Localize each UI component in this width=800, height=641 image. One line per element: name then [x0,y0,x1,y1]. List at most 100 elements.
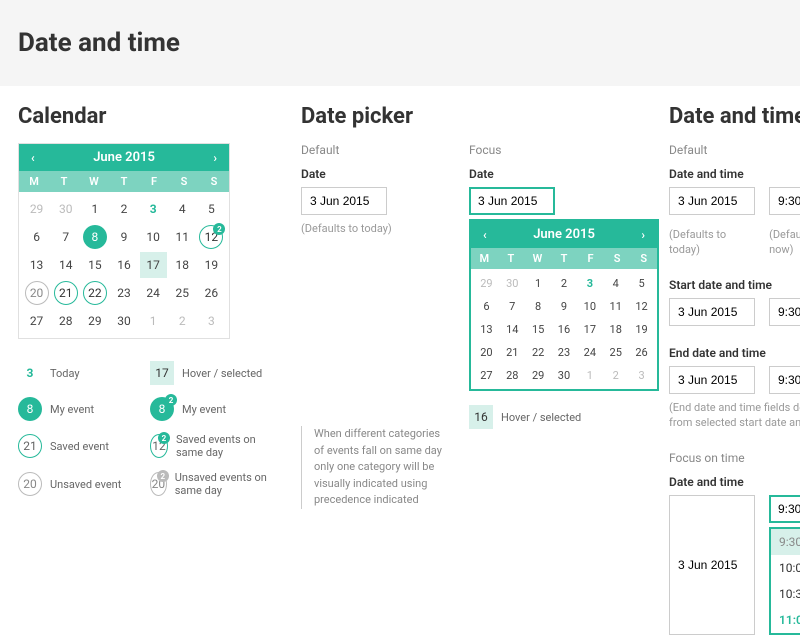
dt-label: Date and time [669,167,800,181]
calendar-day[interactable]: 7 [52,224,79,250]
calendar-day[interactable]: 19 [198,252,225,278]
calendar-day[interactable]: 24 [140,280,167,306]
legend-today: 3 Today [18,361,138,385]
focus-time-sublabel: Focus on time [669,451,800,465]
calendar-dow-row: MTWTFSS [19,171,229,192]
calendar-day[interactable]: 2 [110,196,137,222]
calendar-day[interactable]: 6 [474,295,499,317]
calendar-day[interactable]: 11 [169,224,196,250]
calendar-day[interactable]: 27 [474,364,499,386]
calendar-day[interactable]: 13 [23,252,50,278]
calendar-day[interactable]: 1 [577,364,602,386]
calendar-day[interactable]: 29 [23,196,50,222]
calendar-day[interactable]: 9 [552,295,577,317]
calendar-day[interactable]: 1 [526,272,551,294]
calendar-header: ‹ June 2015 › [19,144,229,171]
calendar-day[interactable]: 14 [500,318,525,340]
calendar-day[interactable]: 2 [552,272,577,294]
calendar-day[interactable]: 7 [500,295,525,317]
calendar-day[interactable]: 16 [110,252,137,278]
calendar-day-today[interactable]: 3 [140,196,167,222]
date-input[interactable] [669,495,755,635]
calendar-heading: Calendar [18,104,273,129]
calendar-day[interactable]: 28 [52,308,79,334]
calendar-day[interactable]: 14 [52,252,79,278]
calendar-day[interactable]: 29 [526,364,551,386]
calendar-day[interactable]: 29 [474,272,499,294]
time-option[interactable]: 9:30am [771,529,800,555]
calendar-day[interactable]: 5 [629,272,654,294]
calendar-day[interactable]: 30 [52,196,79,222]
calendar-day[interactable]: 23 [552,341,577,363]
calendar-day[interactable]: 4 [603,272,628,294]
calendar-day[interactable]: 15 [81,252,108,278]
calendar-widget: ‹ June 2015 › MTWTFSS 29 30 1 2 3 4 5 6 … [18,143,230,339]
end-time-input[interactable] [769,366,800,394]
legend-saved-multi: 122 Saved events on same day [150,433,270,459]
end-date-input[interactable] [669,366,755,394]
calendar-day[interactable]: 22 [526,341,551,363]
event-count-badge: 2 [213,223,225,235]
time-input-focus[interactable] [769,495,800,523]
date-input[interactable] [669,187,755,215]
calendar-day-unsaved[interactable]: 20 [25,281,49,305]
calendar-day[interactable]: 1 [81,196,108,222]
calendar-day-hover[interactable]: 17 [140,252,167,278]
time-option[interactable]: 10:00am [771,555,800,581]
start-time-input[interactable] [769,298,800,326]
calendar-day-today[interactable]: 3 [577,272,602,294]
calendar-day[interactable]: 20 [474,341,499,363]
calendar-day-saved[interactable]: 22 [83,281,107,305]
date-input-default[interactable] [301,187,387,215]
calendar-day[interactable]: 21 [500,341,525,363]
prev-month-icon[interactable]: ‹ [479,228,491,242]
legend-myevent-multi: 82 My event [150,397,270,421]
calendar-day[interactable]: 10 [577,295,602,317]
calendar-day[interactable]: 27 [23,308,50,334]
calendar-day[interactable]: 19 [629,318,654,340]
calendar-day[interactable]: 11 [603,295,628,317]
calendar-day[interactable]: 23 [110,280,137,306]
time-input[interactable] [769,187,800,215]
calendar-day[interactable]: 4 [169,196,196,222]
start-date-input[interactable] [669,298,755,326]
dt-label: Date and time [669,475,800,489]
calendar-day[interactable]: 3 [198,308,225,334]
time-option[interactable]: 11:00am [771,607,800,633]
calendar-day[interactable]: 28 [500,364,525,386]
calendar-day[interactable]: 16 [552,318,577,340]
calendar-day[interactable]: 26 [629,341,654,363]
calendar-day-myevent[interactable]: 8 [83,225,107,249]
calendar-day-saved[interactable]: 21 [54,281,78,305]
date-input-focus[interactable] [469,187,555,215]
prev-month-icon[interactable]: ‹ [27,151,39,165]
calendar-day[interactable]: 30 [552,364,577,386]
calendar-day[interactable]: 5 [198,196,225,222]
calendar-day[interactable]: 18 [169,252,196,278]
calendar-day[interactable]: 30 [110,308,137,334]
calendar-day[interactable]: 6 [23,224,50,250]
calendar-day[interactable]: 12 [629,295,654,317]
date-label: Date [469,167,619,181]
next-month-icon[interactable]: › [637,228,649,242]
next-month-icon[interactable]: › [209,151,221,165]
calendar-day[interactable]: 10 [140,224,167,250]
calendar-day[interactable]: 26 [198,280,225,306]
calendar-day[interactable]: 2 [603,364,628,386]
calendar-day[interactable]: 8 [526,295,551,317]
calendar-day[interactable]: 24 [577,341,602,363]
calendar-day[interactable]: 3 [629,364,654,386]
calendar-day[interactable]: 9 [110,224,137,250]
calendar-day[interactable]: 29 [81,308,108,334]
calendar-day[interactable]: 17 [577,318,602,340]
time-option[interactable]: 10:30am [771,581,800,607]
calendar-day[interactable]: 18 [603,318,628,340]
calendar-day[interactable]: 2 [169,308,196,334]
calendar-day[interactable]: 25 [169,280,196,306]
calendar-day-saved[interactable]: 122 [199,225,223,249]
calendar-day[interactable]: 1 [140,308,167,334]
calendar-day[interactable]: 13 [474,318,499,340]
calendar-day[interactable]: 25 [603,341,628,363]
calendar-day[interactable]: 30 [500,272,525,294]
calendar-day[interactable]: 15 [526,318,551,340]
